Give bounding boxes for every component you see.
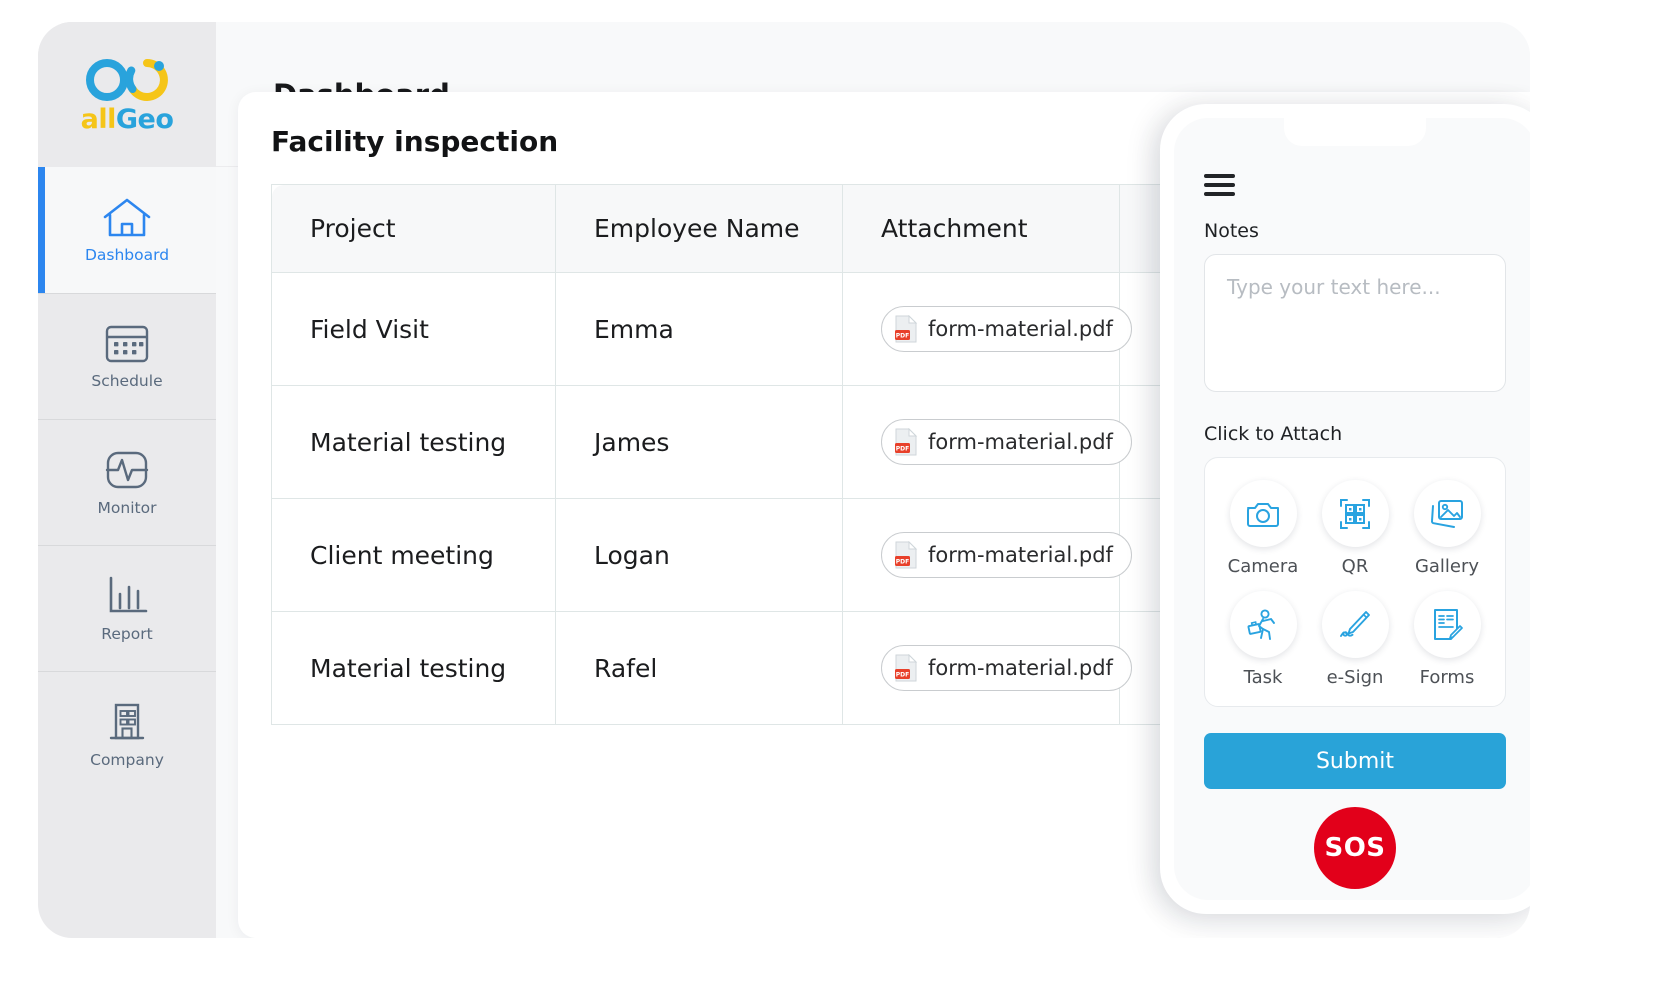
attachment-filename: form-material.pdf [928, 317, 1113, 341]
pdf-file-icon: PDF [895, 315, 918, 343]
cell-attachment: PDF form-material.pdf [842, 498, 1132, 612]
sidebar-item-dashboard[interactable]: Dashboard [38, 167, 216, 293]
phone-notch [1284, 118, 1426, 146]
home-icon [103, 198, 151, 236]
qr-icon-wrap [1321, 480, 1389, 547]
svg-text:PDF: PDF [896, 445, 909, 452]
sidebar-item-company[interactable]: Company [38, 671, 216, 797]
svg-text:PDF: PDF [896, 332, 909, 339]
attach-option-esign[interactable]: e-Sign [1309, 591, 1401, 688]
sidebar-item-label: Company [90, 750, 164, 769]
attachment-filename: form-material.pdf [928, 656, 1113, 680]
column-header-project[interactable]: Project [271, 184, 556, 273]
attachment-chip[interactable]: PDF form-material.pdf [881, 532, 1132, 578]
attach-option-label: QR [1341, 556, 1369, 577]
svg-text:PDF: PDF [896, 558, 909, 565]
attachment-filename: form-material.pdf [928, 543, 1113, 567]
cell-employee: Logan [555, 498, 843, 612]
brand-logo[interactable]: allGeo [38, 22, 216, 167]
notes-label: Notes [1204, 220, 1259, 242]
sidebar-item-label: Dashboard [84, 245, 170, 264]
bar-chart-icon [109, 576, 148, 612]
pen-signature-icon [1340, 610, 1370, 637]
cell-project: Material testing [271, 611, 556, 725]
sidebar-item-schedule[interactable]: Schedule [38, 293, 216, 419]
cell-attachment: PDF form-material.pdf [842, 385, 1132, 499]
sidebar-item-label: Report [101, 624, 153, 643]
column-header-attachment[interactable]: Attachment [842, 184, 1120, 273]
click-to-attach-label: Click to Attach [1204, 423, 1343, 445]
attachment-options-panel: Camera QR Gallery Task e-Sign Forms [1204, 457, 1506, 707]
task-icon-wrap [1229, 591, 1297, 658]
mobile-screen: Notes Click to Attach Camera [1174, 118, 1530, 900]
submit-button[interactable]: Submit [1204, 733, 1506, 789]
attach-option-gallery[interactable]: Gallery [1401, 480, 1493, 577]
attach-option-task[interactable]: Task [1217, 591, 1309, 688]
sidebar: allGeo Dashboard Schedule Monitor Report… [38, 22, 216, 938]
building-icon [109, 703, 145, 739]
attachment-chip[interactable]: PDF form-material.pdf [881, 419, 1132, 465]
brand-name-geo: Geo [115, 104, 174, 135]
esign-icon-wrap [1321, 591, 1389, 658]
attachment-chip[interactable]: PDF form-material.pdf [881, 645, 1132, 691]
attach-option-label: Task [1243, 667, 1283, 688]
sidebar-item-monitor[interactable]: Monitor [38, 419, 216, 545]
cell-project: Field Visit [271, 272, 556, 386]
svg-text:PDF: PDF [896, 671, 909, 678]
app-window: allGeo Dashboard Schedule Monitor Report… [38, 22, 1530, 938]
cell-employee: Emma [555, 272, 843, 386]
brand-name-all: all [80, 104, 117, 135]
gallery-icon-wrap [1413, 480, 1481, 547]
cell-employee: Rafel [555, 611, 843, 725]
cell-project: Client meeting [271, 498, 556, 612]
attach-option-forms[interactable]: Forms [1401, 591, 1493, 688]
qr-code-icon [1340, 498, 1370, 529]
sidebar-item-label: Schedule [91, 371, 163, 390]
cell-attachment: PDF form-material.pdf [842, 611, 1132, 725]
allgeo-infinity-logo-icon [85, 59, 168, 101]
pdf-file-icon: PDF [895, 428, 918, 456]
cell-employee: James [555, 385, 843, 499]
attach-option-label: Forms [1419, 667, 1475, 688]
attach-option-camera[interactable]: Camera [1217, 480, 1309, 577]
calendar-icon [105, 325, 149, 362]
sos-button[interactable]: SOS [1314, 807, 1396, 889]
hamburger-menu-icon[interactable] [1204, 174, 1235, 196]
activity-monitor-icon [105, 451, 149, 488]
attach-option-qr[interactable]: QR [1309, 480, 1401, 577]
attach-option-label: Camera [1227, 556, 1299, 577]
attachment-filename: form-material.pdf [928, 430, 1113, 454]
camera-icon [1247, 502, 1279, 527]
notes-input[interactable] [1204, 254, 1506, 392]
pdf-file-icon: PDF [895, 541, 918, 569]
form-document-icon [1434, 608, 1463, 640]
column-header-employee[interactable]: Employee Name [555, 184, 843, 273]
mobile-device-mockup: Notes Click to Attach Camera [1160, 104, 1530, 914]
cell-attachment: PDF form-material.pdf [842, 272, 1132, 386]
gallery-image-icon [1431, 499, 1463, 528]
worker-task-icon [1247, 608, 1275, 640]
camera-icon-wrap [1229, 480, 1297, 547]
sidebar-item-label: Monitor [97, 498, 157, 517]
forms-icon-wrap [1413, 591, 1481, 658]
attach-option-label: e-Sign [1326, 667, 1384, 688]
pdf-file-icon: PDF [895, 654, 918, 682]
sos-button-wrap: SOS [1204, 807, 1506, 889]
sidebar-item-report[interactable]: Report [38, 545, 216, 671]
attach-option-label: Gallery [1414, 556, 1480, 577]
attachment-chip[interactable]: PDF form-material.pdf [881, 306, 1132, 352]
cell-project: Material testing [271, 385, 556, 499]
